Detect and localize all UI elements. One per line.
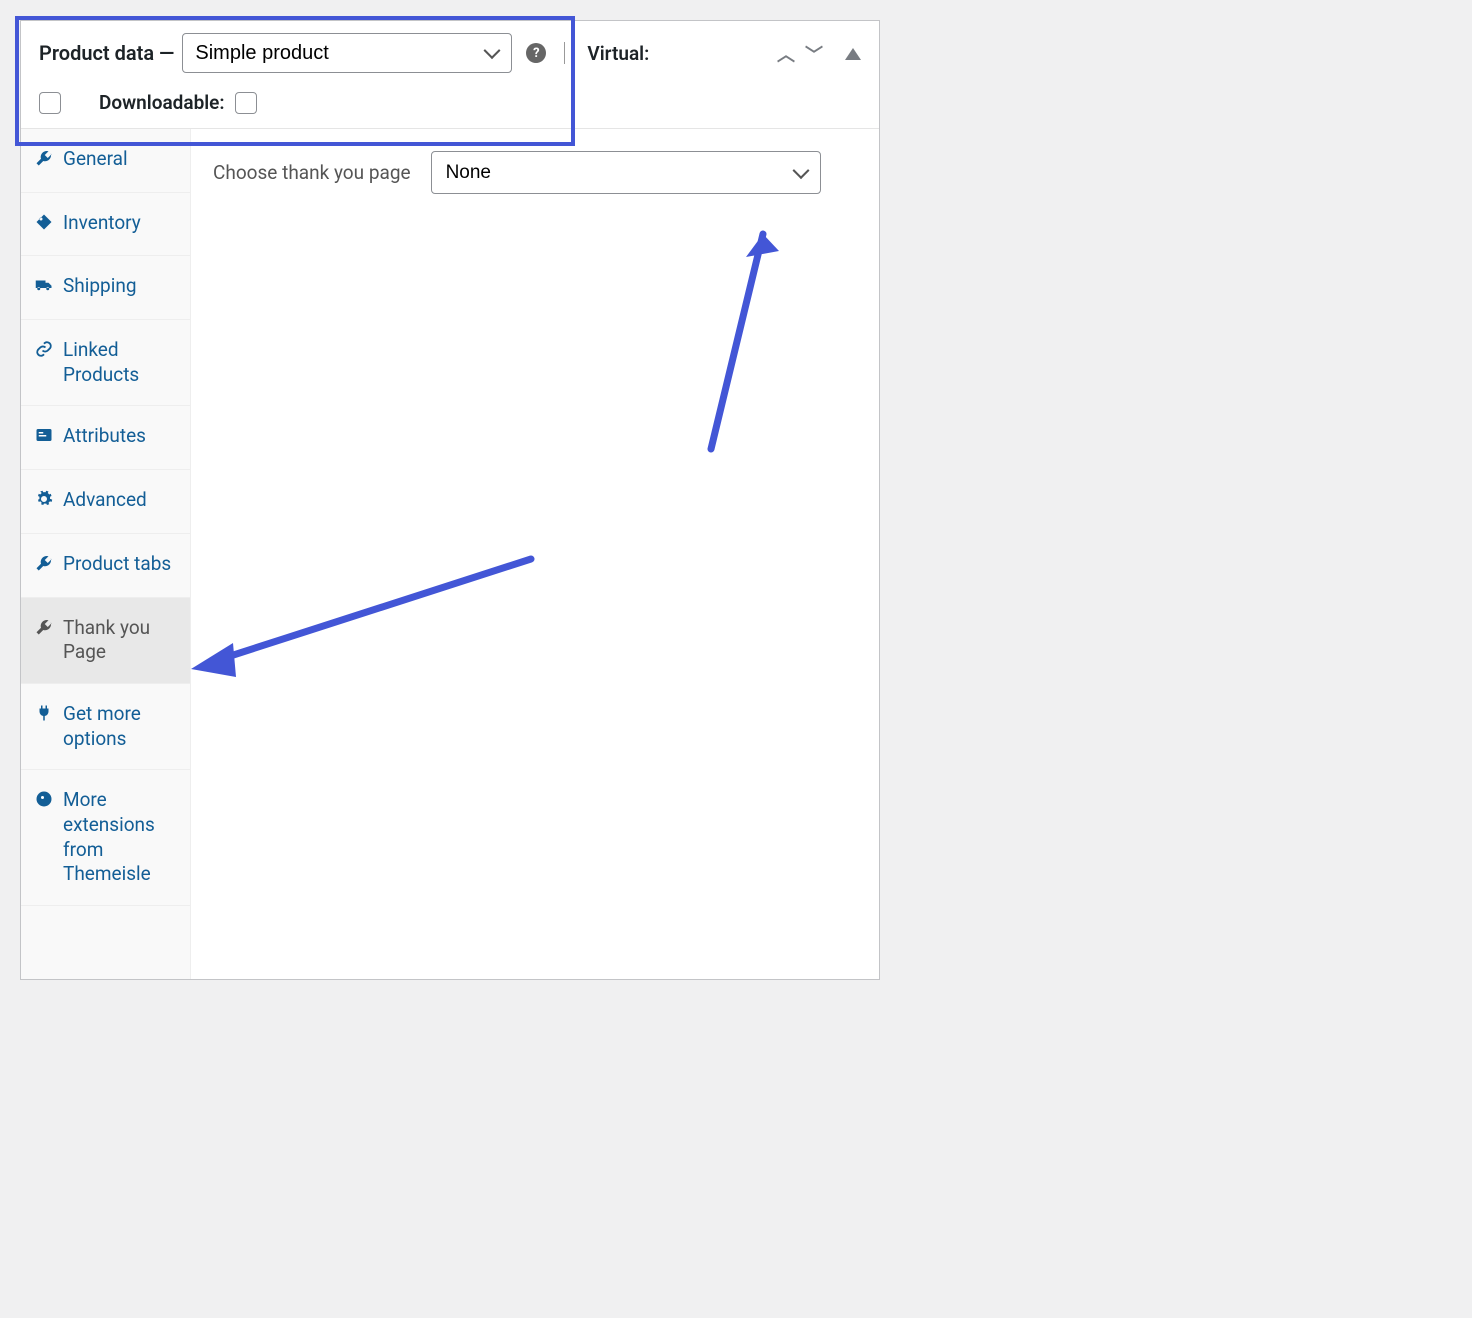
truck-icon: [35, 276, 53, 301]
product-data-panel: Product data — Simple product ? Virtual:…: [20, 20, 880, 980]
list-icon: [35, 426, 53, 451]
sidebar-item-label: More extensions from Themeisle: [63, 788, 176, 887]
move-down-icon[interactable]: [805, 41, 823, 67]
thank-you-page-field: Choose thank you page None: [213, 151, 857, 194]
sidebar-item-thank-you-page[interactable]: Thank you Page: [21, 598, 190, 684]
sidebar-item-label: Advanced: [63, 488, 147, 513]
sidebar-item-label: Get more options: [63, 702, 176, 751]
panel-title: Product data —: [39, 41, 174, 65]
move-up-icon[interactable]: [777, 41, 795, 67]
wrench-icon: [35, 149, 53, 174]
downloadable-label: Downloadable:: [99, 91, 225, 114]
sidebar-item-inventory[interactable]: Inventory: [21, 193, 190, 257]
sidebar-item-label: Linked Products: [63, 338, 176, 387]
field-label: Choose thank you page: [213, 161, 411, 184]
toggle-panel-icon[interactable]: [845, 48, 861, 60]
content-area: Choose thank you page None: [191, 129, 879, 979]
sidebar-item-linked-products[interactable]: Linked Products: [21, 320, 190, 406]
divider: [564, 42, 565, 64]
thank-you-page-select[interactable]: None: [431, 151, 821, 194]
product-type-select-wrap: Simple product: [182, 33, 512, 73]
gear-icon: [35, 490, 53, 515]
plug-icon: [35, 704, 53, 729]
sidebar-item-general[interactable]: General: [21, 129, 190, 193]
downloadable-checkbox[interactable]: [235, 92, 257, 114]
sidebar-item-attributes[interactable]: Attributes: [21, 406, 190, 470]
panel-body: General Inventory Shipping Linked Produc…: [21, 129, 879, 979]
header-row-2: Downloadable:: [39, 91, 861, 114]
help-icon[interactable]: ?: [526, 43, 546, 63]
annotation-arrow-1: [611, 189, 811, 459]
thank-you-select-wrap: None: [431, 151, 821, 194]
sidebar-item-label: Attributes: [63, 424, 146, 449]
sidebar-item-more-extensions[interactable]: More extensions from Themeisle: [21, 770, 190, 906]
wrench-icon: [35, 618, 53, 643]
panel-header: Product data — Simple product ? Virtual:…: [21, 21, 879, 129]
panel-controls: [777, 41, 861, 67]
virtual-checkbox[interactable]: [39, 92, 61, 114]
product-type-select[interactable]: Simple product: [182, 33, 512, 73]
sidebar-item-product-tabs[interactable]: Product tabs: [21, 534, 190, 598]
tag-icon: [35, 213, 53, 238]
sidebar: General Inventory Shipping Linked Produc…: [21, 129, 191, 979]
sidebar-item-label: Product tabs: [63, 552, 171, 577]
sidebar-item-label: Inventory: [63, 211, 141, 236]
wrench-icon: [35, 554, 53, 579]
sidebar-item-shipping[interactable]: Shipping: [21, 256, 190, 320]
annotation-arrow-2: [181, 549, 561, 689]
sidebar-item-advanced[interactable]: Advanced: [21, 470, 190, 534]
sidebar-item-label: Shipping: [63, 274, 137, 299]
sidebar-item-label: General: [63, 147, 128, 172]
virtual-label: Virtual:: [587, 42, 649, 65]
link-icon: [35, 340, 53, 365]
themeisle-icon: [35, 790, 53, 815]
sidebar-item-get-more-options[interactable]: Get more options: [21, 684, 190, 770]
sidebar-item-label: Thank you Page: [63, 616, 176, 665]
